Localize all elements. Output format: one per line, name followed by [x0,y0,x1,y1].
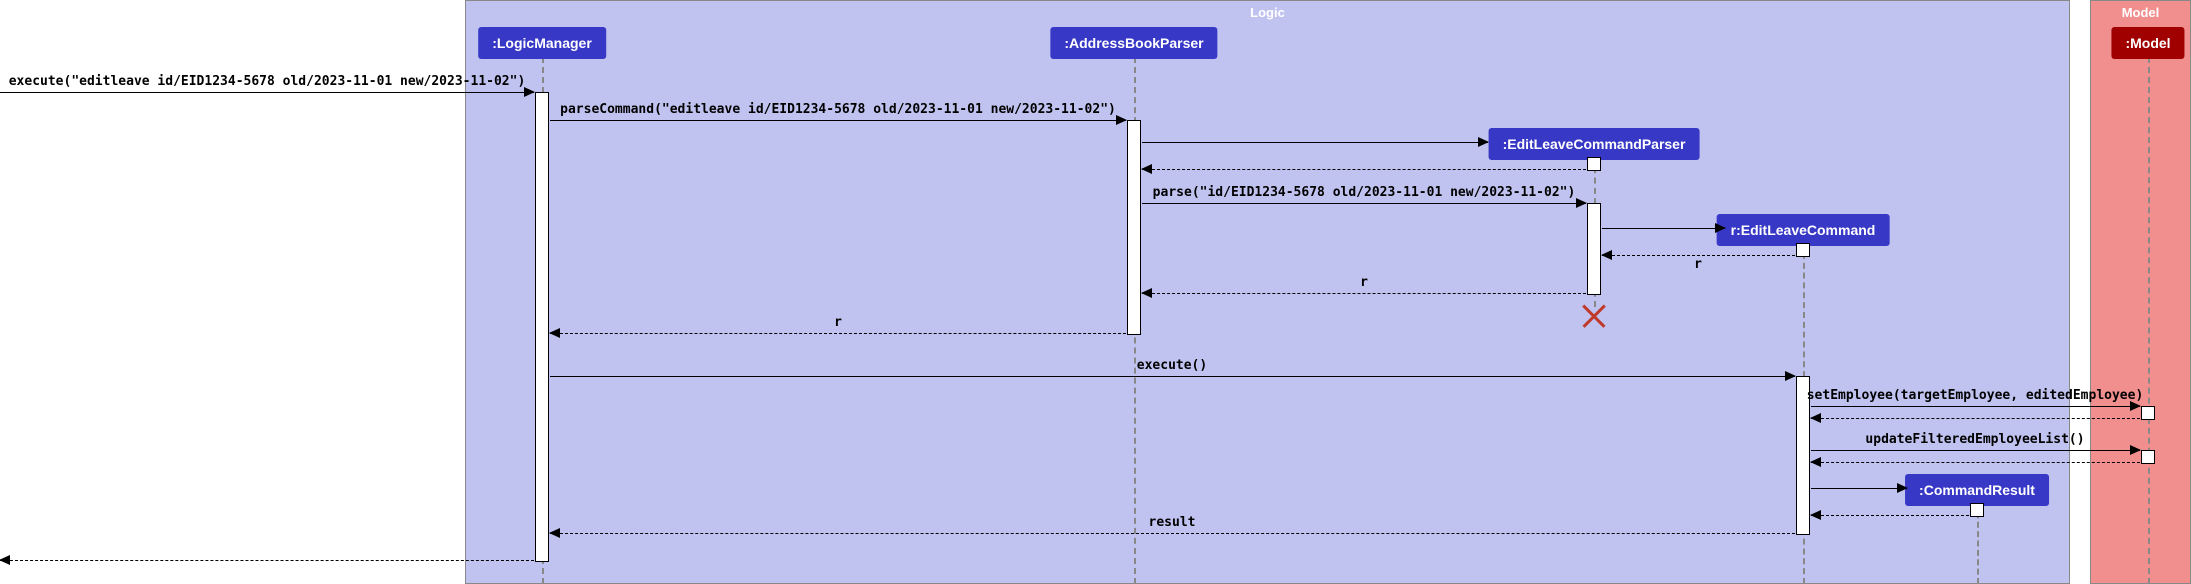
arrow-r4 [550,533,1795,534]
activation-logic-manager [535,92,549,562]
label-r3: r [834,315,842,330]
arrow-r1 [1602,255,1795,256]
frame-logic: Logic [465,0,2070,584]
arrow-create-elcp [1142,142,1488,143]
label-m4: execute() [1137,358,1207,373]
arrow-m5 [1811,406,2140,407]
frame-model: Model [2090,0,2191,584]
label-m2: parseCommand("editleave id/EID1234-5678 … [560,102,1116,117]
label-m5: setEmployee(targetEmployee, editedEmploy… [1807,388,2144,403]
arrow-m3 [1142,203,1586,204]
participant-command-result: :CommandResult [1905,474,2049,506]
label-m1: execute("editleave id/EID1234-5678 old/2… [9,74,526,89]
arrow-r3 [550,333,1126,334]
activation-cr [1970,503,1984,517]
arrow-return-elcp-create [1142,169,1586,170]
arrow-ret-cr [1811,515,1969,516]
arrow-m4 [550,376,1795,377]
arrow-create-cr [1811,488,1907,489]
destroy-elcp [1583,305,1605,327]
participant-model: :Model [2111,27,2184,59]
participant-address-book-parser: :AddressBookParser [1050,27,1217,59]
label-r4: result [1149,515,1196,530]
label-r1: r [1694,257,1702,272]
label-m3: parse("id/EID1234-5678 old/2023-11-01 ne… [1153,185,1576,200]
label-m6: updateFilteredEmployeeList() [1865,432,2084,447]
participant-logic-manager: :LogicManager [478,27,606,59]
activation-elcp-1 [1587,157,1601,171]
activation-model-1 [2141,406,2155,420]
participant-edit-leave-cmd-parser: :EditLeaveCommandParser [1489,128,1700,160]
arrow-r2 [1142,293,1586,294]
activation-model-2 [2141,450,2155,464]
frame-logic-title: Logic [1250,5,1285,20]
arrow-m6 [1811,450,2140,451]
arrow-ret-external [0,560,534,561]
participant-edit-leave-command: r:EditLeaveCommand [1717,214,1890,246]
arrow-m2 [550,120,1126,121]
arrow-create-elc [1602,228,1725,229]
activation-abp [1127,120,1141,335]
activation-elcp-2 [1587,203,1601,295]
frame-model-title: Model [2122,5,2160,20]
arrow-m1 [0,92,534,93]
label-r2: r [1360,275,1368,290]
activation-elc-1 [1796,243,1810,257]
arrow-ret-m6 [1811,462,2140,463]
arrow-ret-m5 [1811,418,2140,419]
lifeline-model [2148,57,2150,584]
